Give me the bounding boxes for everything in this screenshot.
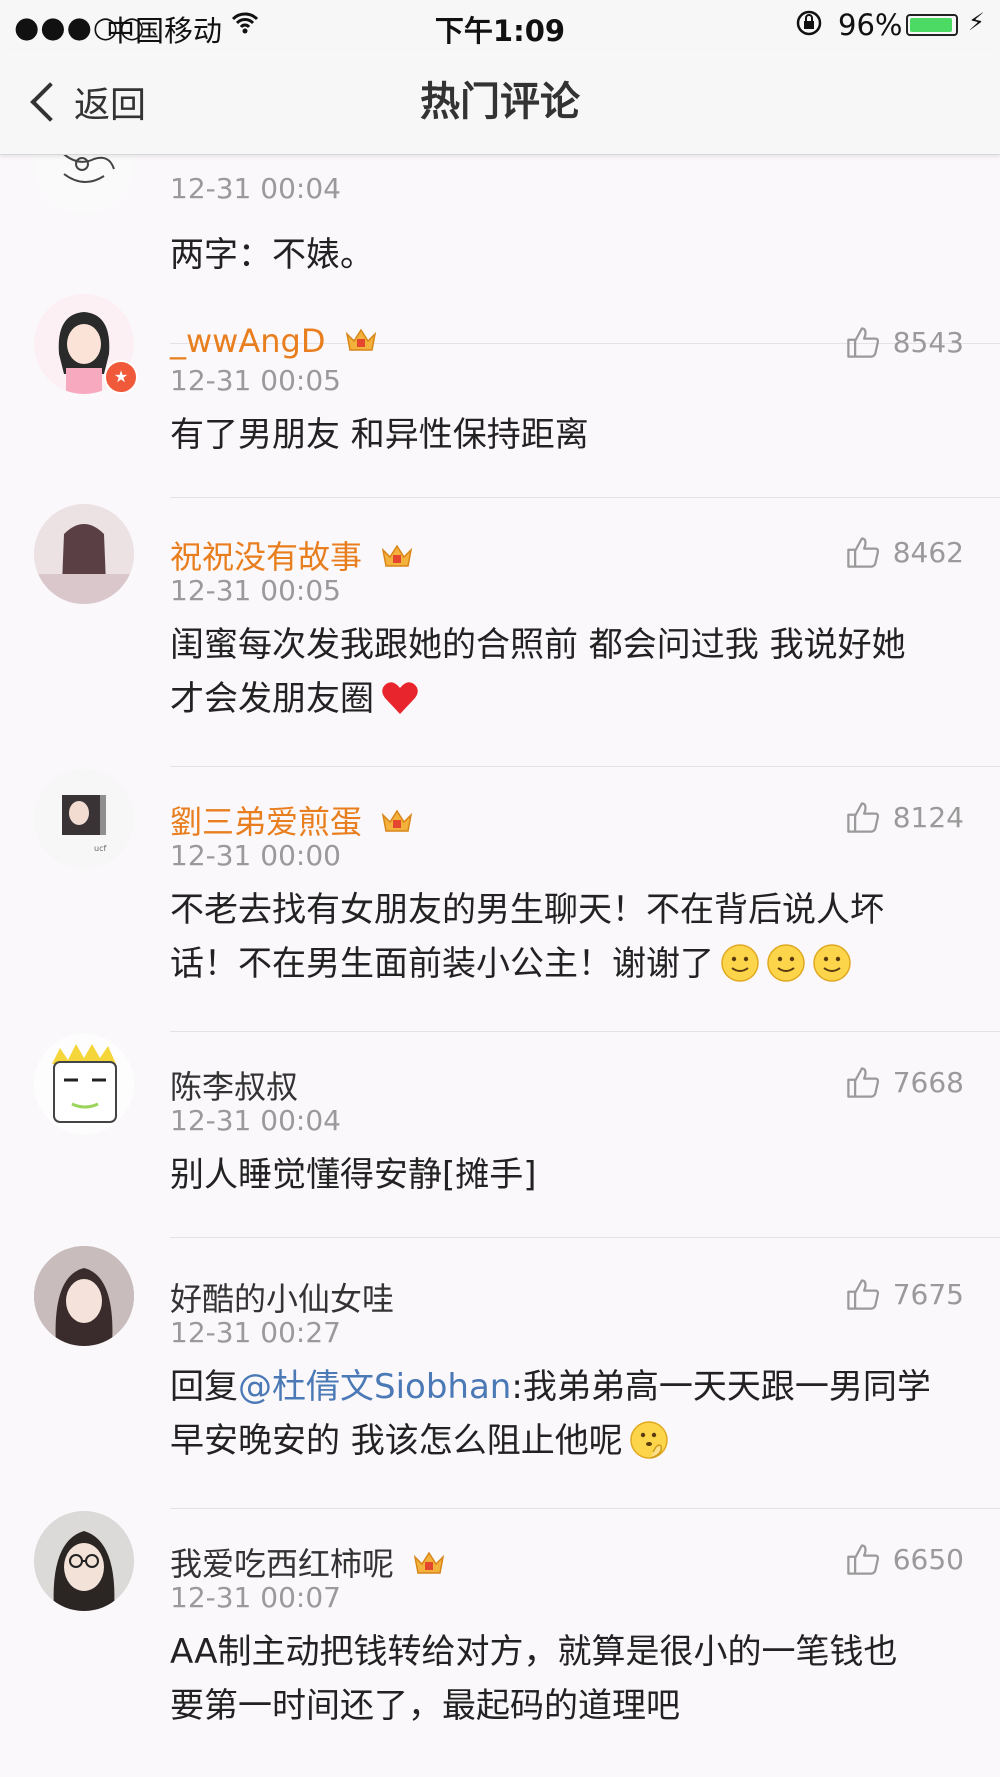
comment-list[interactable]: sundanrui 12-31 00:04 两字：不婊。 ★: [0, 154, 1000, 1777]
comment-time: 12-31 00:07: [170, 1581, 341, 1614]
username-text: 我爱吃西红柿呢: [170, 1545, 395, 1583]
comment-text-line: AA制主动把钱转给对方，就算是很小的一笔钱也: [170, 1632, 898, 1672]
comment-text-line: 话！不在男生面前装小公主！谢谢了: [170, 937, 970, 991]
charging-bolt-icon: ⚡: [968, 8, 985, 36]
battery-icon: [906, 14, 958, 36]
avatar[interactable]: [34, 504, 134, 604]
avatar[interactable]: [34, 1511, 134, 1611]
vip-crown-icon: [414, 1551, 445, 1574]
comment-text: 别人睡觉懂得安静[摊手]: [170, 1155, 537, 1195]
thumbs-up-icon: [846, 537, 879, 568]
comment-item[interactable]: 祝祝没有故事 8462 12-31 00:05 闺蜜每次发我跟她的合照前 都会问…: [0, 504, 1000, 794]
divider: [170, 1031, 1000, 1032]
avatar[interactable]: [34, 1034, 134, 1134]
comment-text-line: 闺蜜每次发我跟她的合照前 都会问过我 我说好她: [170, 625, 906, 665]
comment-item[interactable]: 我爱吃西红柿呢 6650 12-31 00:07 AA制主动把钱转给对方，就算是…: [0, 1511, 1000, 1777]
like-count: 8124: [892, 800, 964, 834]
comment-text: 闺蜜每次发我跟她的合照前 都会问过我 我说好她 才会发朋友圈: [170, 618, 970, 726]
avatar[interactable]: [34, 154, 134, 214]
thumbs-up-icon: [846, 1279, 879, 1310]
comment-time: 12-31 00:00: [170, 839, 341, 872]
like-button[interactable]: 8124: [845, 799, 964, 835]
comment-text-segment: 才会发朋友圈: [170, 679, 374, 719]
red-heart-icon: [382, 682, 418, 714]
thumbs-up-icon: [846, 802, 879, 833]
thumbs-up-icon: [846, 1544, 879, 1575]
like-count: 8543: [892, 325, 964, 359]
comment-time: 12-31 00:05: [170, 574, 341, 607]
comment-item[interactable]: 陈李叔叔 7668 12-31 00:04 别人睡觉懂得安静[摊手]: [0, 1034, 1000, 1296]
comment-item[interactable]: 好酷的小仙女哇 7675 12-31 00:27 回复@杜倩文Siobhan:我…: [0, 1246, 1000, 1536]
status-bar: ●●●○○ 中国移动 下午1:09 96% ⚡: [0, 0, 1000, 50]
comment-text-segment: :我弟弟高一天天跟一男同学: [511, 1367, 931, 1407]
comment-text-line: 不老去找有女朋友的男生聊天！不在背后说人坏: [170, 890, 884, 930]
vip-crown-icon: [345, 328, 376, 351]
like-button[interactable]: 7668: [845, 1064, 964, 1100]
thumbs-up-icon: [846, 327, 879, 358]
comment-time: 12-31 00:04: [170, 172, 341, 205]
battery-fill: [910, 18, 953, 32]
rotation-lock-icon: [794, 8, 824, 45]
comment-text-line: 才会发朋友圈: [170, 672, 970, 726]
like-count: 7675: [892, 1277, 964, 1311]
comment-item[interactable]: ucf 劉三弟爱煎蛋 8124 12-31 00:00 不老去找有女朋友的男生聊…: [0, 769, 1000, 1059]
username-text: 好酷的小仙女哇: [170, 1280, 395, 1318]
comment-item[interactable]: ★ _wwAngD 8543 12-31 00:05 有了男朋友 和异性保持距离: [0, 294, 1000, 556]
comment-text: 有了男朋友 和异性保持距离: [170, 415, 589, 455]
avatar[interactable]: ucf: [34, 769, 134, 869]
user-mention-link[interactable]: @杜倩文Siobhan: [238, 1367, 511, 1407]
divider: [170, 1508, 1000, 1509]
username-text: _wwAngD: [170, 322, 326, 360]
verified-badge-icon: ★: [104, 360, 138, 394]
comment-time: 12-31 00:05: [170, 364, 341, 397]
vip-crown-icon: [382, 809, 413, 832]
like-button[interactable]: 7675: [845, 1276, 964, 1312]
username[interactable]: 好酷的小仙女哇: [170, 1274, 394, 1320]
username[interactable]: 陈李叔叔: [170, 1062, 298, 1108]
reply-prefix: 回复: [170, 1367, 238, 1407]
like-button[interactable]: 6650: [845, 1541, 964, 1577]
like-count: 7668: [892, 1065, 964, 1099]
smile-emoji-icon: [813, 944, 851, 982]
divider: [170, 1237, 1000, 1238]
username-text: 陈李叔叔: [170, 1068, 299, 1106]
comment-text-line: 回复@杜倩文Siobhan:我弟弟高一天天跟一男同学: [170, 1360, 970, 1414]
thinking-emoji-icon: [630, 1421, 668, 1459]
comment-text-line: 早安晚安的 我该怎么阻止他呢: [170, 1414, 970, 1468]
avatar[interactable]: [34, 1246, 134, 1346]
username-text: 劉三弟爱煎蛋: [170, 803, 363, 841]
divider: [170, 766, 1000, 767]
svg-text:ucf: ucf: [94, 844, 106, 853]
comment-text: 两字：不婊。: [170, 235, 374, 275]
username[interactable]: 劉三弟爱煎蛋: [170, 797, 414, 843]
vip-crown-icon: [382, 544, 413, 567]
battery-percentage: 96%: [838, 8, 903, 42]
comment-text-segment: 早安晚安的 我该怎么阻止他呢: [170, 1421, 623, 1461]
comment-text-segment: 话！不在男生面前装小公主！谢谢了: [170, 944, 714, 984]
smile-emoji-icon: [767, 944, 805, 982]
username[interactable]: _wwAngD: [170, 322, 378, 360]
username-text: 祝祝没有故事: [170, 538, 363, 576]
navigation-bar: 返回 热门评论: [0, 50, 1000, 155]
like-count: 6650: [892, 1542, 964, 1576]
comment-text: AA制主动把钱转给对方，就算是很小的一笔钱也 要第一时间还了，最起码的道理吧: [170, 1625, 970, 1733]
like-count: 8462: [892, 535, 964, 569]
comment-time: 12-31 00:27: [170, 1316, 341, 1349]
divider: [170, 497, 1000, 498]
username[interactable]: 祝祝没有故事: [170, 532, 414, 578]
thumbs-up-icon: [846, 1067, 879, 1098]
like-button[interactable]: 8462: [845, 534, 964, 570]
like-button[interactable]: 8543: [845, 324, 964, 360]
smile-emoji-icon: [721, 944, 759, 982]
comment-text: 不老去找有女朋友的男生聊天！不在背后说人坏 话！不在男生面前装小公主！谢谢了: [170, 883, 970, 991]
comment-time: 12-31 00:04: [170, 1104, 341, 1137]
username[interactable]: 我爱吃西红柿呢: [170, 1539, 446, 1585]
page-title: 热门评论: [420, 79, 580, 125]
comment-text: 回复@杜倩文Siobhan:我弟弟高一天天跟一男同学 早安晚安的 我该怎么阻止他…: [170, 1360, 970, 1468]
comment-text-line: 要第一时间还了，最起码的道理吧: [170, 1686, 680, 1726]
